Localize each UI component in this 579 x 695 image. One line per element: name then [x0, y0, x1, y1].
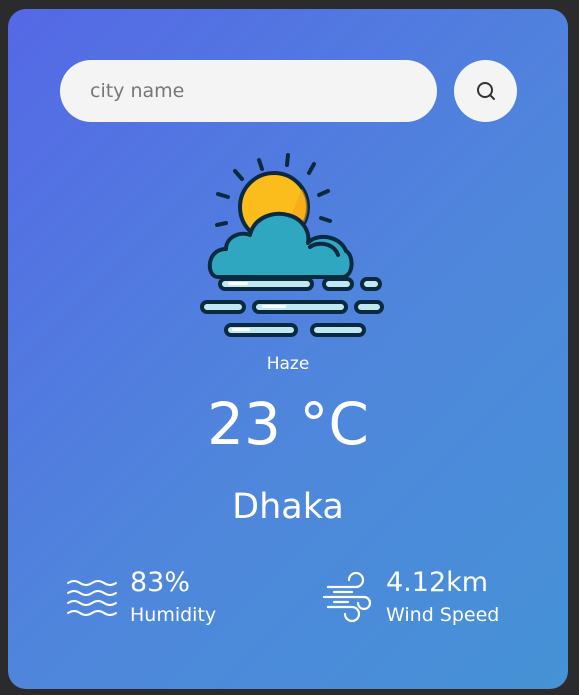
search-icon [476, 82, 495, 100]
search-button[interactable] [454, 60, 517, 122]
wind-icon [322, 571, 372, 622]
humidity-value: 83% [130, 567, 191, 598]
wind-label: Wind Speed [386, 604, 500, 627]
wind-value: 4.12km [386, 567, 489, 598]
search-input[interactable] [60, 60, 437, 122]
weather-card: Haze 23 °C Dhaka 83% Humidity [8, 9, 568, 689]
city-name: Dhaka [232, 487, 344, 527]
wind-stat: 4.12km Wind Speed [322, 567, 499, 626]
humidity-waves-icon [67, 579, 117, 616]
temperature: 23 °C [207, 390, 369, 458]
haze-icon [200, 153, 384, 337]
humidity-label: Humidity [130, 604, 217, 627]
weather-condition: Haze [266, 354, 310, 374]
humidity-stat: 83% Humidity [66, 567, 216, 626]
